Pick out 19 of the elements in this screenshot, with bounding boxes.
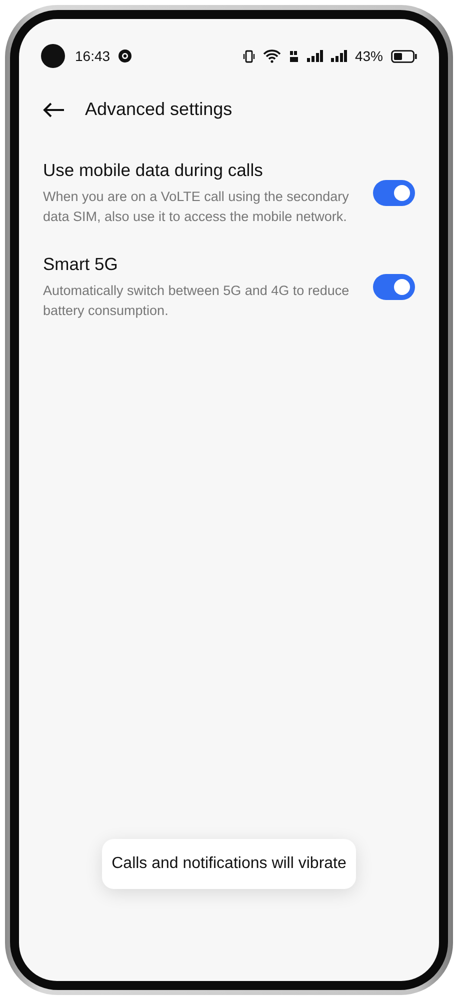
back-button[interactable] [43,102,65,118]
record-icon [118,49,132,63]
toggle-switch[interactable] [373,274,415,300]
signal-icon [306,50,323,62]
back-arrow-icon [43,102,65,118]
camera-icon [41,44,65,68]
toast-message: Calls and notifications will vibrate [102,839,356,889]
signal-icon [330,50,347,62]
setting-title: Smart 5G [43,254,119,275]
setting-description: When you are on a VoLTE call using the secondary data SIM, also use it to access the mobile network. [43,188,350,226]
setting-description: Automatically switch between 5G and 4G to reduce battery consumption. [43,282,350,320]
battery-icon [391,50,417,62]
toggle-switch[interactable] [373,180,415,206]
battery-percent: 43% [354,48,383,64]
wifi-icon [262,49,281,63]
vibrate-icon [242,50,255,62]
status-time: 16:43 [75,48,110,64]
page-title: Advanced settings [85,99,232,120]
setting-title: Use mobile data during calls [43,160,264,181]
